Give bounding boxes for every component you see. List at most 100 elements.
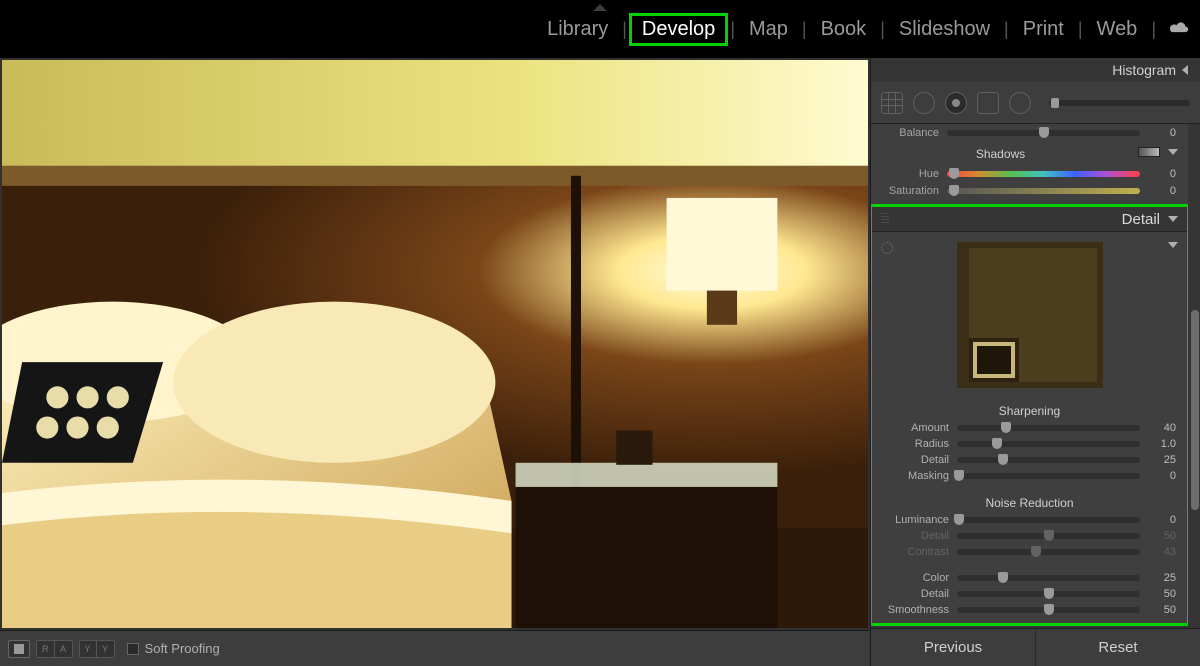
masking-value: 0 bbox=[1148, 470, 1176, 482]
loupe-view-button[interactable] bbox=[8, 640, 30, 658]
app-root: Library | Develop | Map | Book | Slidesh… bbox=[0, 0, 1200, 666]
balance-slider[interactable] bbox=[947, 130, 1140, 136]
spot-removal-tool-icon[interactable] bbox=[913, 92, 935, 114]
luminance-contrast-slider bbox=[957, 549, 1140, 555]
histogram-label: Histogram bbox=[1112, 62, 1176, 78]
module-separator: | bbox=[800, 19, 809, 40]
module-develop[interactable]: Develop bbox=[629, 13, 728, 46]
luminance-contrast-label: Contrast bbox=[883, 546, 949, 558]
luminance-value: 0 bbox=[1148, 514, 1176, 526]
adjustment-brush-tool-icon[interactable] bbox=[1009, 92, 1031, 114]
masking-slider[interactable] bbox=[957, 473, 1140, 479]
luminance-detail-row: Detail 50 bbox=[871, 528, 1188, 544]
module-separator: | bbox=[1149, 19, 1158, 40]
luminance-label: Luminance bbox=[883, 514, 949, 526]
tool-amount-slider[interactable] bbox=[1049, 100, 1190, 106]
radius-value: 1.0 bbox=[1148, 438, 1176, 450]
main-area: RA YY Soft Proofing Histogram bbox=[0, 58, 1200, 666]
detail-heading-label: Detail bbox=[1122, 211, 1160, 228]
hue-value: 0 bbox=[1148, 168, 1176, 180]
module-web[interactable]: Web bbox=[1085, 14, 1150, 45]
module-map[interactable]: Map bbox=[737, 14, 800, 45]
canvas-area: RA YY Soft Proofing bbox=[0, 58, 870, 666]
soft-proofing-toggle[interactable]: Soft Proofing bbox=[127, 641, 220, 656]
detail-preview-thumbnail[interactable] bbox=[957, 242, 1103, 388]
split-toning-partial: Balance 0 Shadows Hue 0 bbox=[871, 124, 1188, 206]
preview-picker-icon[interactable] bbox=[881, 242, 893, 254]
amount-value: 40 bbox=[1148, 422, 1176, 434]
luminance-contrast-row: Contrast 43 bbox=[871, 544, 1188, 560]
sharpening-amount-row: Amount 40 bbox=[871, 420, 1188, 436]
color-slider[interactable] bbox=[957, 575, 1140, 581]
detail-panel: Detail bbox=[871, 206, 1188, 624]
color-detail-row: Detail 50 bbox=[871, 586, 1188, 602]
smoothness-row: Smoothness 50 bbox=[871, 602, 1188, 618]
previous-button[interactable]: Previous bbox=[871, 629, 1036, 666]
masking-label: Masking bbox=[883, 470, 949, 482]
sharpening-detail-row: Detail 25 bbox=[871, 452, 1188, 468]
module-library[interactable]: Library bbox=[535, 14, 620, 45]
saturation-label: Saturation bbox=[883, 185, 939, 197]
top-panel-collapse-icon[interactable] bbox=[593, 4, 607, 11]
detail-slider[interactable] bbox=[957, 457, 1140, 463]
soft-proofing-label: Soft Proofing bbox=[145, 641, 220, 656]
color-detail-slider[interactable] bbox=[957, 591, 1140, 597]
histogram-header[interactable]: Histogram bbox=[871, 58, 1200, 82]
hue-slider[interactable] bbox=[947, 171, 1140, 177]
noise-reduction-title: Noise Reduction bbox=[871, 490, 1188, 512]
module-separator: | bbox=[1076, 19, 1085, 40]
checkbox-icon bbox=[127, 643, 139, 655]
sharpening-radius-row: Radius 1.0 bbox=[871, 436, 1188, 452]
chevron-down-icon[interactable] bbox=[1168, 149, 1178, 155]
collapse-icon bbox=[1182, 65, 1188, 75]
panel-scroll-area[interactable]: Balance 0 Shadows Hue 0 bbox=[871, 124, 1188, 628]
luminance-contrast-value: 43 bbox=[1148, 546, 1176, 558]
canvas-toolbar: RA YY Soft Proofing bbox=[0, 630, 870, 666]
luminance-detail-label: Detail bbox=[883, 530, 949, 542]
chevron-down-icon bbox=[1168, 216, 1178, 222]
detail-value: 25 bbox=[1148, 454, 1176, 466]
tool-strip bbox=[871, 82, 1200, 124]
detail-label: Detail bbox=[883, 454, 949, 466]
radial-filter-tool-icon[interactable] bbox=[945, 92, 967, 114]
panel-bottom-buttons: Previous Reset bbox=[871, 628, 1200, 666]
photo-view[interactable] bbox=[2, 60, 868, 628]
before-after-buttons[interactable]: RA bbox=[36, 640, 73, 658]
detail-preview-area bbox=[871, 232, 1188, 398]
sharpening-title: Sharpening bbox=[871, 398, 1188, 420]
detail-panel-header[interactable]: Detail bbox=[871, 206, 1188, 232]
chevron-down-icon[interactable] bbox=[1168, 242, 1178, 248]
module-separator: | bbox=[878, 19, 887, 40]
develop-right-panel: Histogram Balance 0 bbox=[870, 58, 1200, 666]
graduated-filter-tool-icon[interactable] bbox=[977, 92, 999, 114]
module-separator: | bbox=[620, 19, 629, 40]
module-print[interactable]: Print bbox=[1011, 14, 1076, 45]
module-book[interactable]: Book bbox=[809, 14, 879, 45]
crop-tool-icon[interactable] bbox=[881, 92, 903, 114]
color-row: Color 25 bbox=[871, 570, 1188, 586]
balance-value: 0 bbox=[1148, 127, 1176, 139]
module-slideshow[interactable]: Slideshow bbox=[887, 14, 1002, 45]
panel-grip-icon bbox=[881, 213, 889, 225]
color-detail-label: Detail bbox=[883, 588, 949, 600]
luminance-row: Luminance 0 bbox=[871, 512, 1188, 528]
lens-corrections-header[interactable]: Lens Corrections bbox=[871, 624, 1188, 628]
amount-slider[interactable] bbox=[957, 425, 1140, 431]
smoothness-slider[interactable] bbox=[957, 607, 1140, 613]
saturation-slider[interactable] bbox=[947, 188, 1140, 194]
reset-button[interactable]: Reset bbox=[1036, 629, 1200, 666]
hue-label: Hue bbox=[883, 168, 939, 180]
luminance-detail-value: 50 bbox=[1148, 530, 1176, 542]
amount-label: Amount bbox=[883, 422, 949, 434]
balance-label: Balance bbox=[883, 127, 939, 139]
radius-slider[interactable] bbox=[957, 441, 1140, 447]
compare-layout-buttons[interactable]: YY bbox=[79, 640, 115, 658]
luminance-slider[interactable] bbox=[957, 517, 1140, 523]
cloud-sync-icon[interactable] bbox=[1158, 20, 1190, 38]
module-list: Library | Develop | Map | Book | Slidesh… bbox=[535, 13, 1190, 46]
radius-label: Radius bbox=[883, 438, 949, 450]
panel-scrollbar[interactable] bbox=[1191, 310, 1199, 510]
color-label: Color bbox=[883, 572, 949, 584]
luminance-detail-slider bbox=[957, 533, 1140, 539]
shadows-color-swatch[interactable] bbox=[1138, 147, 1160, 157]
